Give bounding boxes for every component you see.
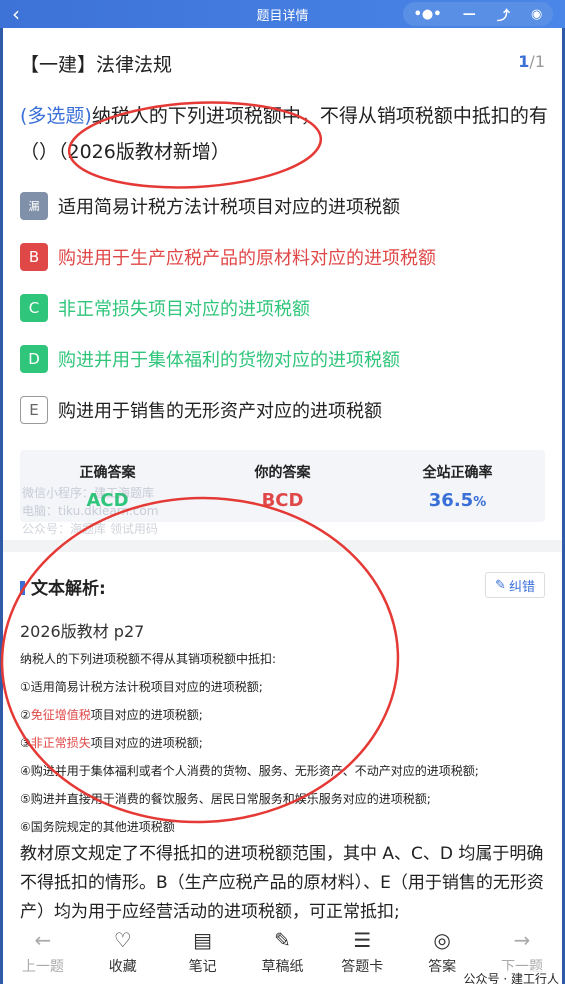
arrow-right-icon: → [513, 928, 531, 952]
line-3-rest: 项目对应的进项税额; [90, 736, 203, 750]
edition-ref: 2026版教材 p27 [20, 622, 145, 641]
notes-button[interactable]: ▤ 笔记 [168, 920, 238, 984]
report-label: 纠错 [508, 579, 535, 595]
watermark-line-2: 电脑：tiku.dklearn.com [22, 504, 159, 518]
option-a[interactable]: 漏 适用简易计税方法计税项目对应的进项税额 [20, 190, 550, 222]
clipboard-icon: ☰ [353, 928, 372, 952]
accuracy-label: 全站正确率 [422, 465, 493, 481]
favorite-button[interactable]: ♡ 收藏 [88, 920, 158, 984]
subject-title: 【一建】法律法规 [20, 54, 173, 76]
option-c[interactable]: C 非正常损失项目对应的进项税额 [20, 292, 550, 324]
your-answer-label: 你的答案 [254, 465, 311, 481]
section-divider [3, 540, 562, 552]
prev-label: 上一题 [21, 959, 64, 975]
option-b-text: 购进用于生产应税产品的原材料对应的进项税额 [58, 248, 436, 269]
watermark-line-3: 公众号：海题库 领试用码 [22, 522, 158, 536]
accuracy-value: 36.5% [370, 490, 545, 511]
question-header: 【一建】法律法规 1/1 [20, 50, 545, 80]
analysis-line-5: ⑤购进并直接用于消费的餐饮服务、居民日常服务和娱乐服务对应的进项税额; [20, 792, 431, 806]
option-c-badge: C [20, 294, 48, 322]
minimize-icon[interactable]: — [463, 7, 476, 22]
watermark-line-1: 微信小程序：建工海题库 [22, 486, 155, 500]
line-3-num: ③ [20, 736, 31, 750]
question-counter: 1/1 [518, 52, 545, 71]
option-b-badge: B [20, 243, 48, 271]
option-a-text: 适用简易计税方法计税项目对应的进项税额 [58, 197, 400, 218]
option-d[interactable]: D 购进并用于集体福利的货物对应的进项税额 [20, 343, 550, 375]
your-answer-stat: 你的答案 BCD [195, 450, 370, 522]
total-count: /1 [529, 52, 545, 71]
option-d-text: 购进并用于集体福利的货物对应的进项税额 [58, 350, 400, 371]
option-d-badge: D [20, 345, 48, 373]
current-index: 1 [518, 52, 530, 71]
analysis-intro: 纳税人的下列进项税额不得从其销项税额中抵扣: [20, 652, 277, 666]
window-capsule: •●• — ⤴ ◉ [403, 2, 553, 26]
option-a-badge: 漏 [20, 192, 48, 220]
eye-off-icon: ◎ [433, 928, 451, 952]
correct-answer-label: 正确答案 [79, 465, 136, 481]
question-text: (多选题)纳税人的下列进项税额中，不得从销项税额中抵扣的有（）（2026版教材新… [20, 98, 550, 170]
analysis-heading: 文本解析: [20, 574, 106, 599]
line-2-num: ② [20, 708, 31, 722]
more-icon[interactable]: •●• [414, 7, 442, 22]
answer-sheet-button[interactable]: ☰ 答题卡 [327, 920, 397, 984]
heading-marker [20, 581, 25, 595]
title-bar: ‹ 题目详情 •●• — ⤴ ◉ [0, 0, 565, 28]
left-frame [0, 28, 3, 984]
accuracy-stat: 全站正确率 36.5% [370, 450, 545, 522]
option-b[interactable]: B 购进用于生产应税产品的原材料对应的进项税额 [20, 241, 550, 273]
answer-sheet-label: 答题卡 [341, 959, 384, 975]
analysis-line-3: ③非正常损失项目对应的进项税额; [20, 734, 550, 751]
edit-icon: ✎ [495, 577, 506, 593]
watermark: 微信小程序：建工海题库 电脑：tiku.dklearn.com 公众号：海题库 … [22, 484, 158, 538]
scratch-label: 草稿纸 [261, 959, 304, 975]
accuracy-unit: % [473, 495, 487, 510]
prev-question-button[interactable]: ← 上一题 [8, 920, 78, 984]
line-2-highlight: 免征增值税 [30, 708, 91, 722]
arrow-left-icon: ← [34, 928, 52, 952]
analysis-paragraph: 教材原文规定了不得抵扣的进项税额范围，其中 A、C、D 均属于明确不得抵扣的情形… [20, 844, 544, 922]
analysis-line-1: ①适用简易计税方法计税项目对应的进项税额; [20, 680, 263, 694]
notes-label: 笔记 [188, 959, 217, 975]
question-type: (多选题) [20, 105, 92, 127]
option-e-badge: E [20, 396, 48, 424]
notebook-icon: ▤ [193, 928, 213, 952]
analysis-title-text: 文本解析: [31, 579, 106, 599]
your-answer-value: BCD [261, 490, 304, 511]
pencil-icon: ✎ [274, 928, 291, 952]
heart-icon: ♡ [113, 928, 132, 952]
close-icon[interactable]: ◉ [531, 7, 542, 22]
scratch-paper-button[interactable]: ✎ 草稿纸 [247, 920, 317, 984]
option-e[interactable]: E 购进用于销售的无形资产对应的进项税额 [20, 394, 550, 426]
line-3-highlight: 非正常损失 [30, 736, 91, 750]
account-watermark: 公众号 · 建工行人 [463, 970, 559, 984]
option-c-text: 非正常损失项目对应的进项税额 [58, 299, 310, 320]
analysis-line-4: ④购进并用于集体福利或者个人消费的货物、服务、无形资产、不动产对应的进项税额; [20, 764, 479, 778]
question-stem: 纳税人的下列进项税额中，不得从销项税额中抵扣的有（）（2026版教材新增） [20, 105, 548, 163]
line-2-rest: 项目对应的进项税额; [90, 708, 203, 722]
analysis-line-2: ②免征增值税项目对应的进项税额; [20, 706, 550, 723]
accuracy-number: 36.5 [428, 490, 474, 511]
favorite-label: 收藏 [108, 959, 137, 975]
report-error-button[interactable]: ✎ 纠错 [485, 572, 545, 598]
restore-icon[interactable]: ⤴ [497, 5, 510, 24]
option-e-text: 购进用于销售的无形资产对应的进项税额 [58, 401, 382, 422]
analysis-line-6: ⑥国务院规定的其他进项税额 [20, 820, 175, 834]
